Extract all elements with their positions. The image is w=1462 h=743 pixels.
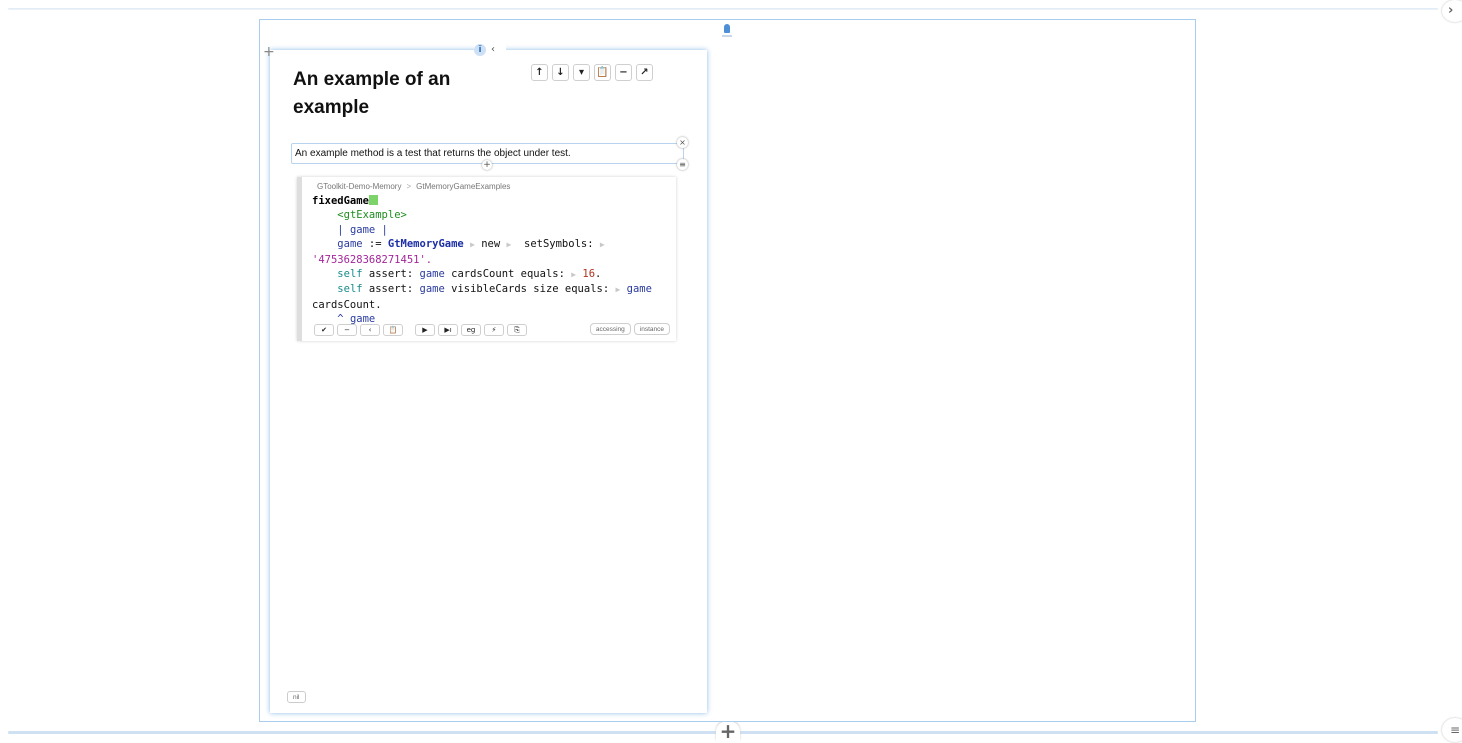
coder-action-bar: ✔ − ‹ 📋 ▶ ▶ı eg ⚡ ⎘: [314, 324, 527, 336]
method-tags: accessing instance: [589, 323, 670, 335]
protocol-tag[interactable]: instance: [633, 323, 670, 335]
discard-button[interactable]: −: [337, 324, 357, 336]
chevron-left-icon[interactable]: ‹: [491, 44, 495, 55]
pin-icon[interactable]: [724, 24, 730, 33]
add-page-button[interactable]: +: [263, 44, 275, 60]
method-selector: fixedGame: [312, 195, 369, 207]
code-token: game: [419, 268, 445, 281]
collapse-button[interactable]: ‹: [360, 324, 380, 336]
close-icon[interactable]: ×: [677, 137, 688, 148]
action-spacer: [406, 324, 412, 336]
move-down-button[interactable]: ↓: [552, 64, 569, 81]
code-token: game: [626, 283, 652, 296]
close-icon[interactable]: ›: [1442, 0, 1462, 22]
move-up-button[interactable]: ↑: [531, 64, 548, 81]
pragma: <gtExample>: [337, 209, 407, 222]
dropdown-button[interactable]: ▾: [573, 64, 590, 81]
debug-button[interactable]: ⚡: [484, 324, 504, 336]
expand-triangle-icon[interactable]: ▶: [571, 270, 576, 279]
code-token: setSymbols:: [511, 238, 594, 251]
temp-declaration: | game |: [337, 223, 388, 236]
expand-triangle-icon[interactable]: ▶: [600, 240, 605, 249]
code-token: new: [474, 238, 501, 251]
example-button[interactable]: eg: [461, 324, 481, 336]
share-button[interactable]: ↗: [636, 64, 653, 81]
code-editor[interactable]: fixedGame <gtExample> | game | game := G…: [312, 194, 652, 327]
page-title: An example of an example: [293, 69, 451, 118]
pin-underline: [722, 35, 732, 37]
method-coder[interactable]: GToolkit-Demo-Memory > GtMemoryGameExample…: [297, 177, 676, 341]
code-token: :=: [362, 238, 388, 251]
page-tab[interactable]: ĭ ‹: [474, 44, 506, 58]
code-token: .: [595, 268, 602, 281]
code-token: game: [419, 283, 445, 296]
breadcrumb-package[interactable]: GToolkit-Demo-Memory: [317, 182, 401, 191]
code-token: cardsCount equals:: [444, 268, 565, 281]
add-snippet-button[interactable]: +: [482, 160, 492, 170]
run-button[interactable]: ▶: [415, 324, 435, 336]
code-token: assert:: [362, 268, 420, 281]
browse-button[interactable]: ⎘: [507, 324, 527, 336]
expand-triangle-icon[interactable]: ▶: [616, 285, 621, 294]
nil-label: nil: [287, 691, 306, 703]
menu-icon[interactable]: ≡: [677, 159, 688, 170]
menu-icon[interactable]: ≡: [1442, 718, 1462, 742]
code-token: self: [337, 283, 363, 296]
string-literal: '4753628368271451'.: [312, 253, 433, 266]
text-cursor: [368, 195, 378, 205]
breadcrumb-separator: >: [406, 182, 412, 191]
protocol-tag[interactable]: accessing: [589, 323, 631, 335]
code-token: assert:: [362, 283, 420, 296]
class-reference: GtMemoryGame: [387, 238, 464, 251]
code-token: cardsCount.: [312, 298, 382, 311]
code-token: self: [337, 268, 363, 281]
page-toolbar: ↑ ↓ ▾ 📋 − ↗: [531, 64, 653, 81]
remove-button[interactable]: −: [615, 64, 632, 81]
breadcrumb-class[interactable]: GtMemoryGameExamples: [416, 182, 510, 191]
clipboard-button[interactable]: 📋: [594, 64, 611, 81]
run-inspect-button[interactable]: ▶ı: [438, 324, 458, 336]
code-token: visibleCards size equals:: [444, 283, 610, 296]
code-token: game: [337, 238, 363, 251]
add-tab-button[interactable]: +: [716, 721, 740, 741]
world-top-border: [8, 8, 1438, 10]
breadcrumb: GToolkit-Demo-Memory > GtMemoryGameExample…: [317, 182, 510, 191]
number-literal: 16: [582, 268, 596, 281]
accept-button[interactable]: ✔: [314, 324, 334, 336]
clipboard-button[interactable]: 📋: [383, 324, 403, 336]
page-tab-icon: ĭ: [474, 44, 486, 56]
